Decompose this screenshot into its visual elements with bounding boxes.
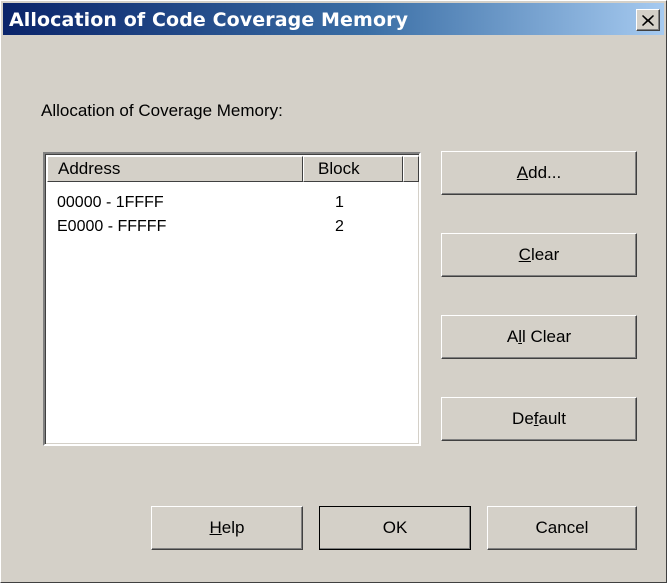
add-button[interactable]: Add... [441,151,637,195]
title-bar[interactable]: Allocation of Code Coverage Memory [3,3,664,35]
ok-button[interactable]: OK [319,506,471,550]
section-label: Allocation of Coverage Memory: [41,101,283,120]
list-row[interactable]: 00000 - 1FFFF 1 [47,194,415,214]
clear-button[interactable]: Clear [441,233,637,277]
coverage-memory-list[interactable]: Address Block 00000 - 1FFFF 1 E0000 - FF… [43,152,421,446]
all-clear-label: All Clear [506,327,572,346]
column-header-address[interactable]: Address [47,156,303,182]
column-header-filler [403,156,419,182]
ok-label: OK [382,518,408,537]
cancel-button[interactable]: Cancel [487,506,637,550]
all-clear-button[interactable]: All Clear [441,315,637,359]
address-cell: 00000 - 1FFFF [57,194,164,211]
cancel-label: Cancel [535,518,589,537]
add-label: Add... [516,163,562,182]
dialog-title: Allocation of Code Coverage Memory [9,9,409,31]
block-cell: 1 [335,194,344,211]
close-button[interactable] [636,9,660,31]
block-cell: 2 [335,218,344,235]
dialog-window: Allocation of Code Coverage Memory Alloc… [0,0,667,583]
clear-label: Clear [518,245,560,264]
close-icon [642,14,654,26]
help-button[interactable]: Help [151,506,303,550]
default-button[interactable]: Default [441,397,637,441]
column-header-block[interactable]: Block [303,156,403,182]
help-label: Help [209,518,245,537]
list-row[interactable]: E0000 - FFFFF 2 [47,218,415,238]
address-cell: E0000 - FFFFF [57,218,167,235]
default-label: Default [512,409,566,428]
